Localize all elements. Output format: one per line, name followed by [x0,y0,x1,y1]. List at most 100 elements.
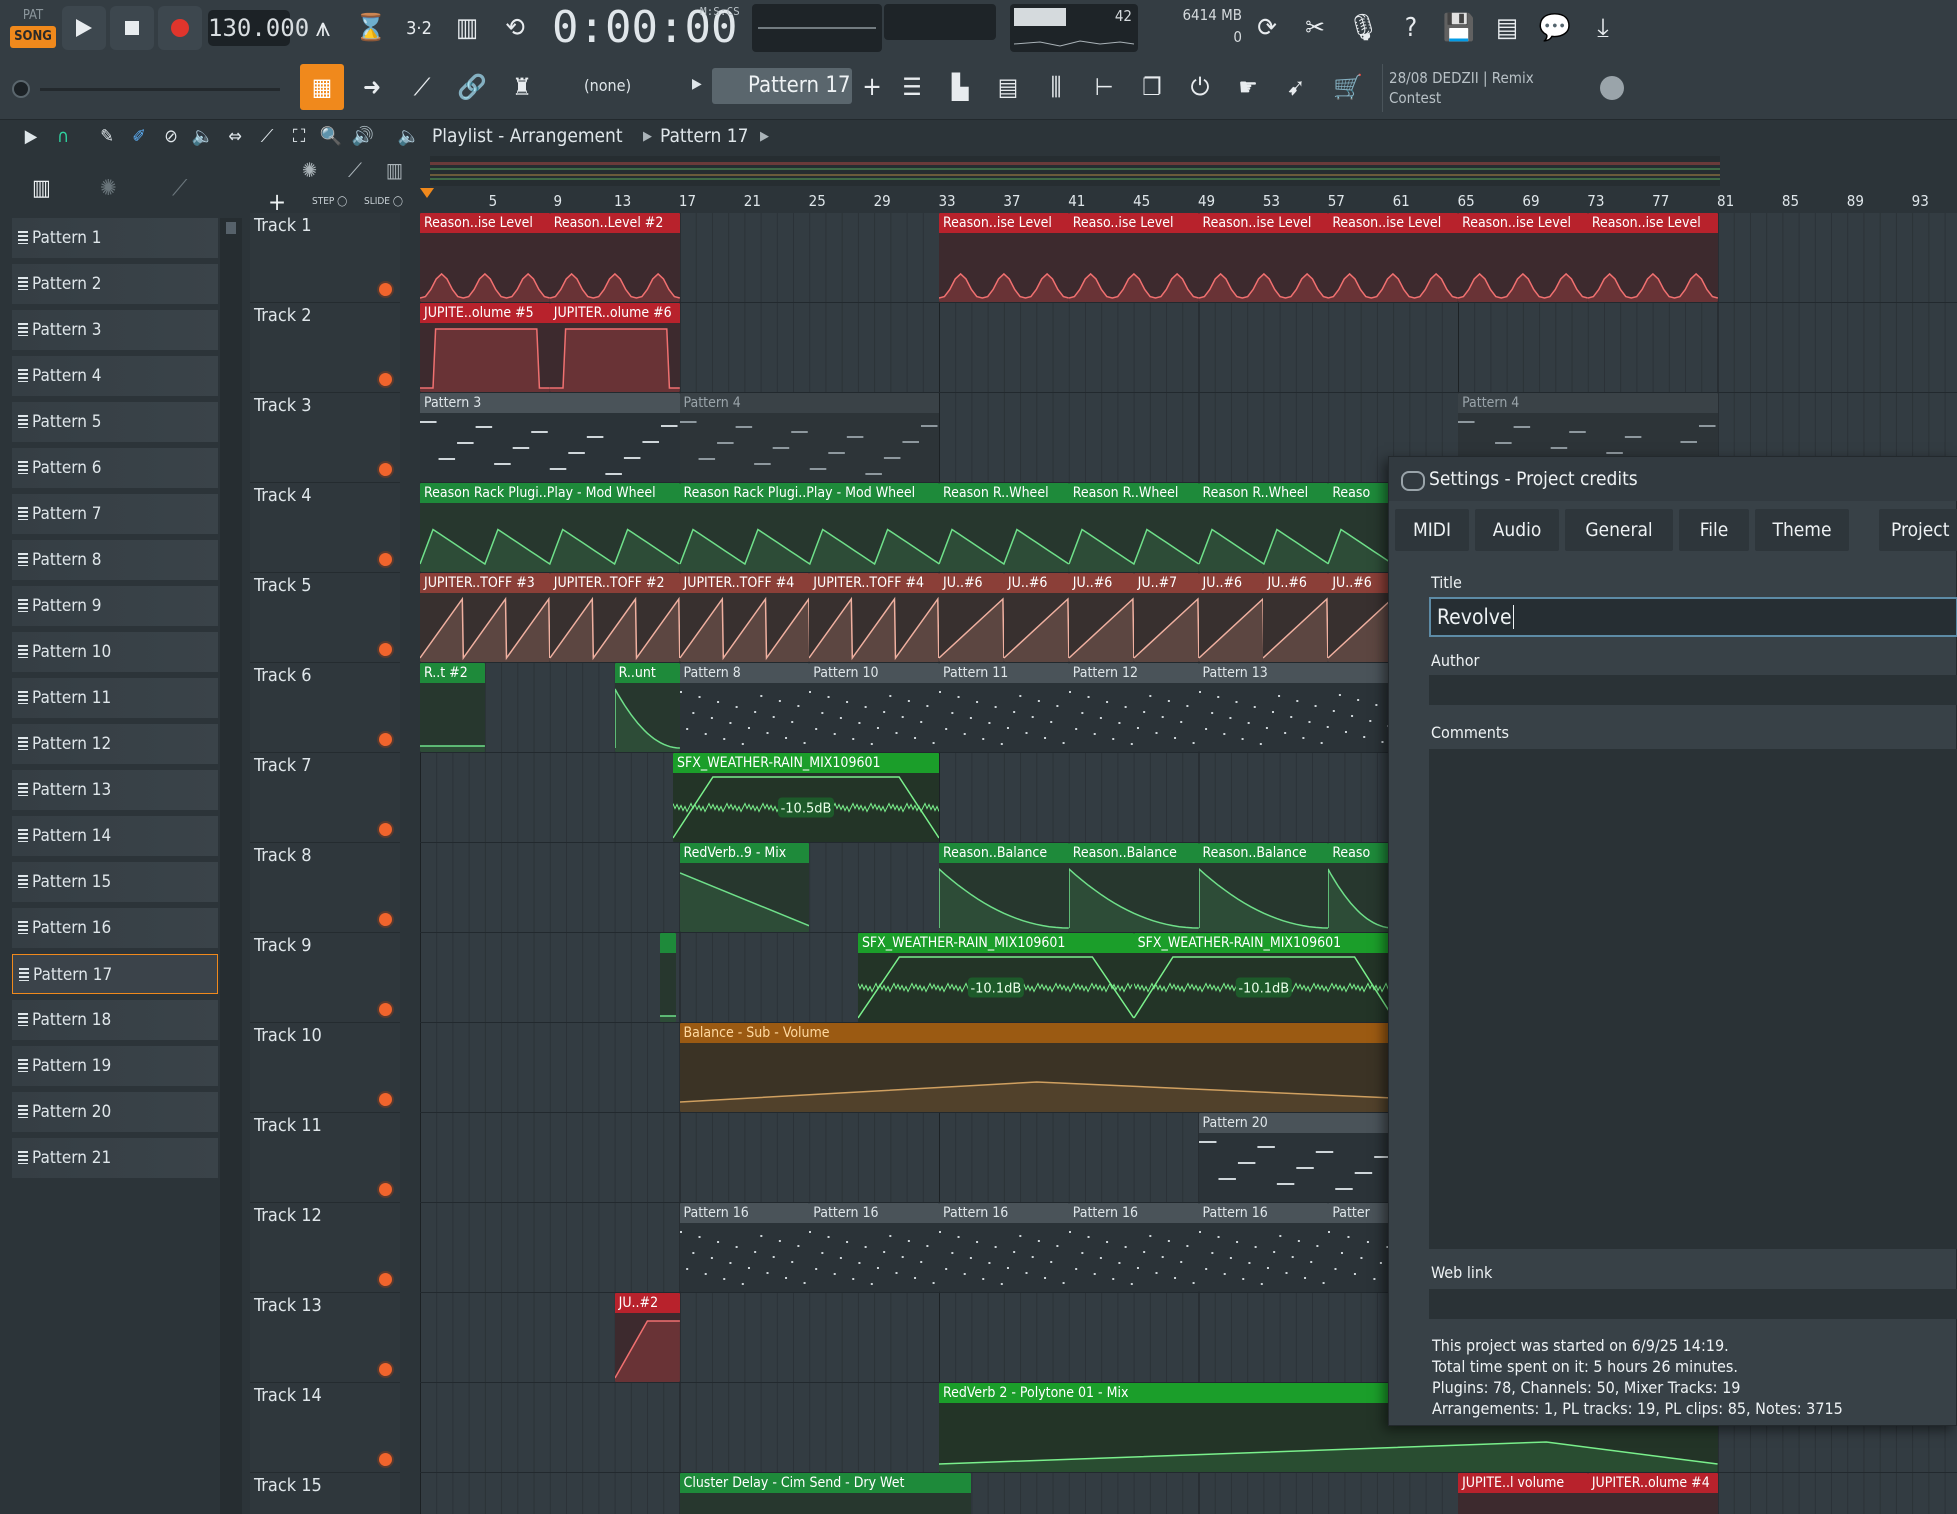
playlist-clip[interactable]: Pattern 12 [1068,663,1199,752]
track-mute-led[interactable] [379,643,392,656]
tempo-display[interactable]: 130.000 [208,10,309,46]
pattern-picker-item[interactable]: Pattern 19 [12,1046,218,1086]
comments-field[interactable] [1429,749,1957,1249]
track-name[interactable]: Track 12 [254,1205,322,1226]
slide-toggle[interactable]: SLIDE ◯ [364,196,403,207]
tab-audio[interactable]: Audio [1475,509,1559,551]
track-mute-led[interactable] [379,913,392,926]
track-name[interactable]: Track 14 [254,1385,322,1406]
pattern-picker-item[interactable]: Pattern 6 [12,448,218,488]
link-button[interactable]: 🔗 [450,64,494,110]
step-edit-button[interactable]: ▥ [446,6,488,50]
paint-tool-icon[interactable]: ✐ [126,125,152,149]
track-mute-led[interactable] [379,1093,392,1106]
pattern-selector[interactable]: Pattern 17 [712,68,852,104]
track-header[interactable]: Track 7 [250,753,400,843]
channel-rack-button[interactable]: ▙ [938,64,982,110]
pattern-picker-item[interactable]: Pattern 5 [12,402,218,442]
pattern-picker-item[interactable]: Pattern 9 [12,586,218,626]
time-ruler[interactable]: 5 9 13 17 21 25 29 33 37 41 45 49 53 57 61 65 69 73 77 81 85… [420,188,1957,214]
playlist-clip[interactable]: Pattern 16 [939,1203,1069,1292]
tab-theme[interactable]: Theme [1755,509,1849,551]
playlist-clip[interactable]: JU..#6 [1263,573,1329,662]
playlist-clip[interactable]: Reason..ise Level [1587,213,1718,302]
playlist-clip[interactable]: Reaso [1328,843,1394,932]
pattern-picker-item[interactable]: Pattern 14 [12,816,218,856]
playlist-clip[interactable]: JU..#6 [1068,573,1134,662]
settings-title[interactable]: Settings - Project credits [1389,457,1957,501]
snap-preset-selector[interactable]: (none) [576,70,676,102]
tab-project[interactable]: Project [1879,509,1957,551]
weblink-field[interactable] [1429,1289,1957,1319]
playlist-clip[interactable]: R..unt [614,663,680,752]
browser-button[interactable]: ⊢ [1082,64,1126,110]
playlist-clip[interactable]: Reason..ise Level [1458,213,1588,302]
track-name[interactable]: Track 3 [254,395,312,416]
song-overview[interactable] [430,156,1720,186]
tab-general[interactable]: General [1565,509,1673,551]
track-name[interactable]: Track 2 [254,305,312,326]
playlist-clip[interactable]: Pattern 16 [1198,1203,1329,1292]
playlist-clip[interactable]: Patter [1328,1203,1394,1292]
paint-button[interactable]: ⟋ [400,64,444,110]
speaker-icon[interactable]: 🔈 [396,125,422,149]
playlist-clip[interactable]: Reason R..Wheel [1068,483,1199,572]
help-button[interactable]: ? [1390,6,1432,50]
download-button[interactable]: ⤓ [1582,6,1624,50]
playlist-clip[interactable]: Reason Rack Plugi..Play - Mod Wheel [679,483,940,572]
playlist-clip[interactable]: Reason..Balance [1068,843,1199,932]
author-field[interactable] [1429,675,1957,705]
track-mute-led[interactable] [379,463,392,476]
playlist-menu-arrow-icon[interactable]: ▶ [18,125,44,149]
crumb-arrow-icon[interactable]: ▶ [760,129,769,144]
cut-button[interactable]: ✂ [1294,6,1336,50]
playlist-clip[interactable]: JU..#2 [614,1293,680,1382]
pattern-picker-item[interactable]: Pattern 20 [12,1092,218,1132]
track-header[interactable]: Track 14 [250,1383,400,1473]
playlist-clip[interactable]: SFX_WEATHER-RAIN_MIX109601 -10.1dB [1133,933,1394,1022]
slice-tool-icon[interactable]: ⟋ [254,125,280,149]
picker-scrollbar[interactable] [220,218,242,1514]
playlist-clip[interactable]: Pattern 16 [809,1203,940,1292]
track-mute-led[interactable] [379,1273,392,1286]
pattern-picker-item[interactable]: Pattern 21 [12,1138,218,1178]
track-name[interactable]: Track 6 [254,665,312,686]
pattern-picker-item[interactable]: Pattern 1 [12,218,218,258]
playlist-clip[interactable]: Pattern 20 [1198,1113,1394,1202]
playlist-clip[interactable]: Pattern 13 [1198,663,1394,752]
playlist-clip[interactable]: Pattern 3 [420,393,680,482]
pattern-picker-item[interactable]: Pattern 11 [12,678,218,718]
playlist-clip[interactable]: JUPITER..TOFF #3 [420,573,550,662]
playlist-clip[interactable]: JUPITER..TOFF #4 [679,573,810,662]
pattern-picker-item[interactable]: Pattern 2 [12,264,218,304]
audio-input-button[interactable]: 🎙 [1342,6,1384,50]
pattern-picker-icon[interactable]: ▥ [32,176,51,201]
playlist-clip[interactable]: Reason..ise Level [1198,213,1329,302]
playlist-clip[interactable]: JUPITE..l volume [1458,1473,1588,1514]
chat-button[interactable]: 💬 [1534,6,1576,50]
add-pattern-button[interactable]: + [850,64,894,110]
snap-magnet-icon[interactable]: ∩ [50,125,76,149]
countdown-button[interactable]: 3·2 [398,6,440,50]
track-name[interactable]: Track 15 [254,1475,322,1496]
playlist-clip[interactable]: Pattern 8 [679,663,810,752]
track-name[interactable]: Track 4 [254,485,312,506]
playlist-clip[interactable]: Pattern 16 [679,1203,810,1292]
piano-roll-button[interactable]: ▤ [986,64,1030,110]
playlist-clip[interactable]: Pattern 11 [939,663,1069,752]
playhead-marker[interactable] [420,188,434,198]
pattern-picker-item[interactable]: Pattern 15 [12,862,218,902]
track-header[interactable]: Track 12 [250,1203,400,1293]
playlist-clip[interactable]: JUPITE..olume #5 [420,303,550,392]
song-label[interactable]: SONG [10,26,56,48]
wave-view-icon[interactable]: ✺ [302,158,317,182]
playlist-clip[interactable]: Pattern 4 [679,393,940,482]
playlist-clip[interactable]: JUPITER..TOFF #4 [809,573,940,662]
playlist-clip[interactable]: Reason R..Wheel [1198,483,1329,572]
loop-record-button[interactable]: ⟲ [494,6,536,50]
track-mute-led[interactable] [379,1453,392,1466]
playlist-clip[interactable]: JU..#6 [939,573,1004,662]
tutorial-button[interactable]: ➹ [1274,64,1318,110]
wait-for-input-button[interactable]: ⌛ [350,6,392,50]
select-tool-icon[interactable]: ⛶ [286,125,312,149]
